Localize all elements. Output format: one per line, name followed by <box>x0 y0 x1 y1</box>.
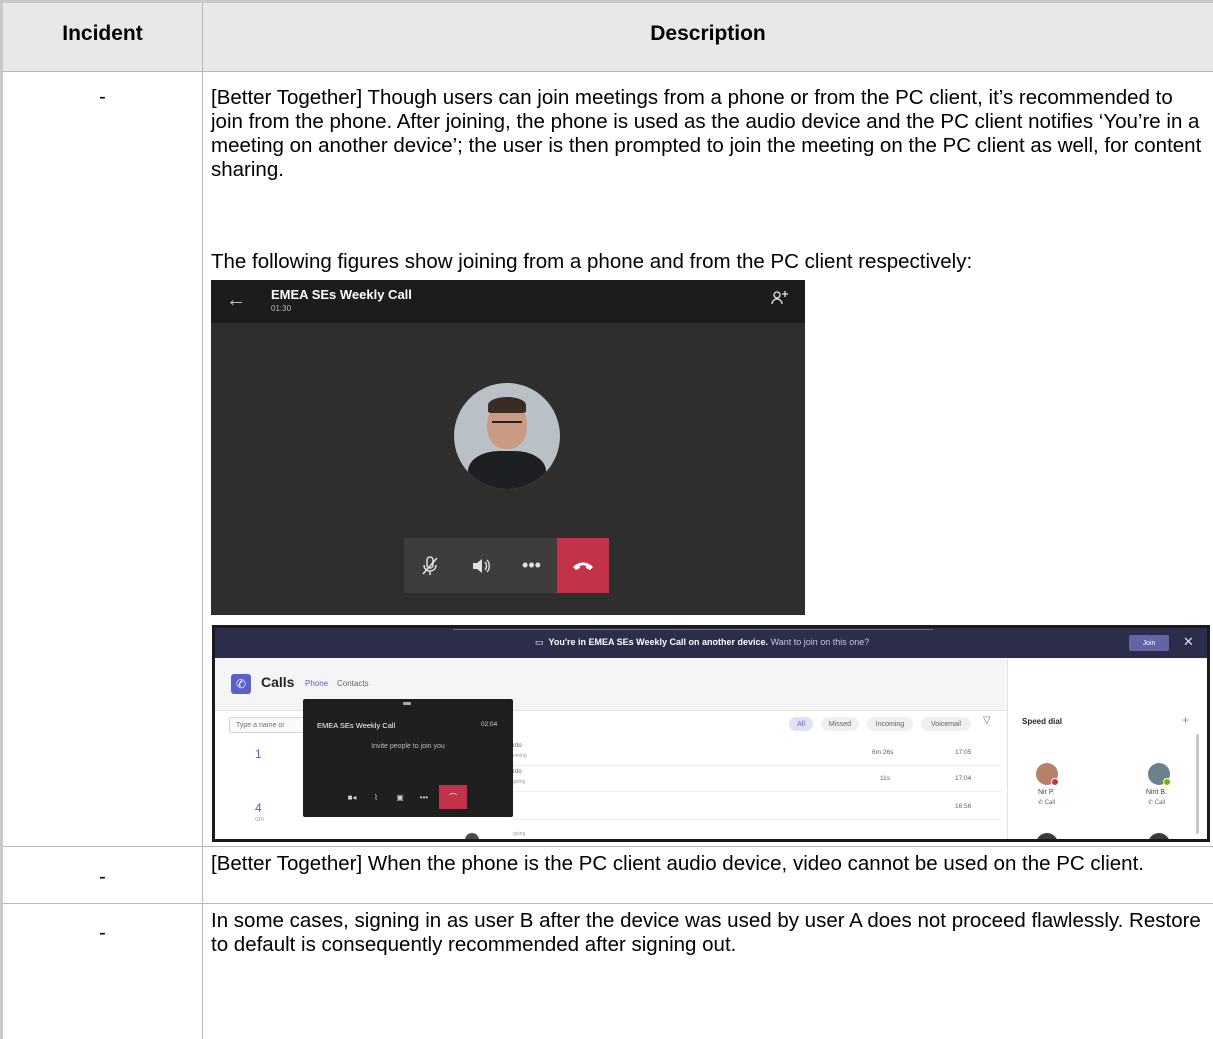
filter-voicemail[interactable]: Voicemail <box>921 717 971 731</box>
column-header-description: Description <box>650 22 766 45</box>
scrollbar[interactable] <box>1196 734 1199 834</box>
close-icon[interactable]: ✕ <box>1183 634 1194 650</box>
arrow-left-icon: ← <box>226 289 246 311</box>
speed-dial-title: Speed dial <box>1022 717 1063 726</box>
column-divider <box>202 3 203 1039</box>
status-dot-busy <box>1051 778 1059 786</box>
pc-client-screenshot: ▭ You're in EMEA SEs Weekly Call on anot… <box>212 625 1210 842</box>
phone-meeting-timer: 01:30 <box>271 304 292 313</box>
banner-bold-text: You're in EMEA SEs Weekly Call on anothe… <box>548 637 769 647</box>
history-time: 16:56 <box>955 803 972 810</box>
add-people-icon <box>771 290 789 309</box>
add-icon[interactable]: + <box>1182 713 1189 727</box>
filter-missed[interactable]: Missed <box>821 717 859 731</box>
avatar-hair <box>488 397 526 413</box>
call-control-bar: ••• <box>404 538 609 593</box>
history-name-fragment: rdo <box>513 743 522 749</box>
dial-search-input[interactable]: Type a name or <box>229 717 309 733</box>
history-direction-fragment: oming <box>513 753 527 759</box>
phone-meeting-title: EMEA SEs Weekly Call <box>271 287 412 302</box>
incident-cell: - <box>99 866 106 888</box>
banner-divider <box>453 629 933 630</box>
banner-text: ▭ You're in EMEA SEs Weekly Call on anot… <box>535 637 869 648</box>
more-icon[interactable]: ••• <box>506 538 557 593</box>
device-icon: ▭ <box>535 637 549 647</box>
another-device-banner: ▭ You're in EMEA SEs Weekly Call on anot… <box>215 628 1207 658</box>
dialpad-key-4[interactable]: 4 <box>255 801 262 815</box>
filter-all[interactable]: All <box>789 717 813 731</box>
hang-up-icon[interactable] <box>557 538 609 593</box>
calls-title: Calls <box>261 674 295 690</box>
speed-dial-call[interactable]: ✆ Call <box>1038 799 1055 806</box>
phone-icon: ✆ <box>231 674 251 694</box>
history-direction-fragment: going <box>513 779 526 785</box>
description-paragraph: [Better Together] When the phone is the … <box>211 852 1144 875</box>
history-duration: 11s <box>880 775 890 782</box>
speed-dial-panel: Speed dial + Nir P. ✆ Call Nirit B. ✆ Ca… <box>1007 659 1207 839</box>
row-divider <box>3 903 1213 904</box>
hang-up-icon[interactable]: ⌒ <box>439 785 467 809</box>
description-paragraph: In some cases, signing in as user B afte… <box>211 909 1201 956</box>
tab-contacts[interactable]: Contacts <box>337 679 369 688</box>
history-divider <box>513 791 1003 792</box>
drag-handle[interactable] <box>403 702 411 705</box>
speed-dial-call[interactable]: ✆ Call <box>1148 799 1165 806</box>
row-divider <box>3 71 1213 72</box>
filter-incoming[interactable]: Incoming <box>867 717 913 731</box>
history-divider <box>513 819 1003 820</box>
invite-text: Invite people to join you <box>371 743 445 750</box>
description-paragraph: [Better Together] Though users can join … <box>211 86 1202 181</box>
history-avatar <box>465 833 479 839</box>
status-dot-available <box>1163 778 1171 786</box>
avatar <box>1036 833 1058 839</box>
speed-dial-call-label: Call <box>1044 800 1056 806</box>
history-duration: 6m 26s <box>872 749 894 756</box>
share-screen-icon[interactable]: ▣ <box>391 788 409 806</box>
mini-meeting-time: 02:04 <box>481 721 498 728</box>
phone-meeting-screenshot: ← EMEA SEs Weekly Call 01:30 ••• <box>211 280 805 615</box>
history-direction-fragment: going <box>513 831 526 837</box>
row-divider <box>3 846 1213 847</box>
filter-funnel-icon[interactable]: ▽ <box>983 715 991 726</box>
incident-cell: - <box>99 86 106 108</box>
column-header-incident: Incident <box>62 22 143 45</box>
video-icon[interactable]: ■◂ <box>343 788 361 806</box>
avatar-glasses <box>492 421 522 429</box>
avatar <box>1148 833 1170 839</box>
speed-dial-call-label: Call <box>1154 800 1166 806</box>
incident-cell: - <box>99 922 106 944</box>
incident-table: Incident Description - [Better Together]… <box>0 0 1213 1039</box>
mini-meeting-window[interactable]: EMEA SEs Weekly Call 02:04 Invite people… <box>303 699 513 817</box>
calls-body: Type a name or 1 4 GHI rdo oming 6m 26s … <box>215 659 1207 839</box>
history-name-fragment: rdo <box>513 769 522 775</box>
history-time: 17:05 <box>955 749 972 756</box>
banner-light-text: Want to join on this one? <box>770 637 870 647</box>
mute-mic-icon[interactable] <box>404 538 455 593</box>
speaker-icon[interactable] <box>455 538 506 593</box>
avatar-shoulders <box>468 451 546 489</box>
mini-meeting-title: EMEA SEs Weekly Call <box>317 721 396 730</box>
description-paragraph: The following figures show joining from … <box>211 250 973 273</box>
join-button[interactable]: Join <box>1129 635 1169 651</box>
phone-icon: ✆ <box>1148 800 1155 806</box>
speed-dial-name[interactable]: Nir P. <box>1038 789 1055 796</box>
history-time: 17:04 <box>955 775 972 782</box>
phone-icon: ✆ <box>1038 800 1045 806</box>
more-icon[interactable]: ••• <box>415 788 433 806</box>
participant-avatar <box>454 383 560 489</box>
dialpad-key-1[interactable]: 1 <box>255 747 262 761</box>
speed-dial-name[interactable]: Nirit B. <box>1146 789 1167 796</box>
mic-icon[interactable]: ⌇ <box>367 788 385 806</box>
tab-phone[interactable]: Phone <box>305 679 328 688</box>
dialpad-key-4-letters: GHI <box>255 817 264 823</box>
history-divider <box>513 765 1003 766</box>
